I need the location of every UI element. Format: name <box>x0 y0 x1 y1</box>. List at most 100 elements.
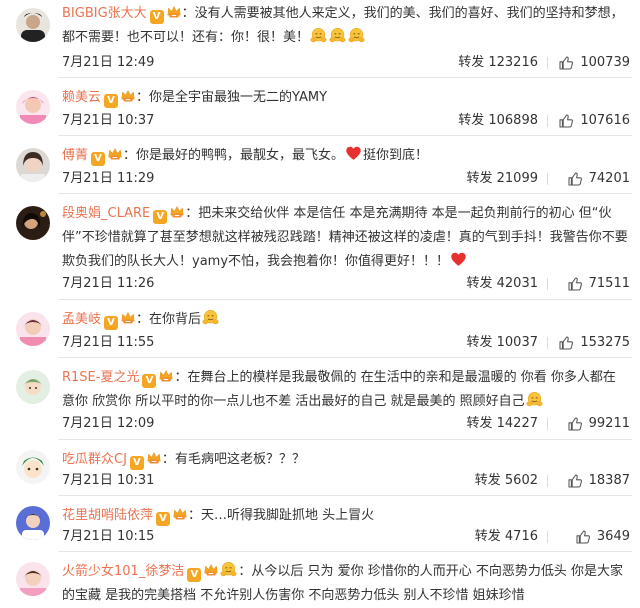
comment-meta: 7月21日 10:31 转发 5602 18387 <box>62 469 630 493</box>
repost-label: 转发 <box>466 171 493 186</box>
avatar[interactable] <box>16 148 50 182</box>
comment-text: 天…听得我脚趾抓地 头上冒火 <box>201 508 375 523</box>
repost-count: 106898 <box>488 113 538 128</box>
thumbs-up-icon <box>558 335 574 351</box>
member-level-badge[interactable] <box>120 89 136 103</box>
comment-item: 花里胡哨陆依萍 V ：天…听得我脚趾抓地 头上冒火 7月21日 10:15 转发 4… <box>0 496 640 552</box>
repost-button[interactable]: 转发 5602 <box>475 469 538 493</box>
comment-text: 有毛病吧这老板？？？ <box>174 452 305 467</box>
repost-label: 转发 <box>474 529 501 544</box>
username-link[interactable]: 花里胡哨陆依萍 <box>62 508 153 523</box>
separator <box>547 475 548 487</box>
verified-badge[interactable]: V <box>153 210 168 224</box>
username-link[interactable]: 赖美云 <box>62 90 101 105</box>
timestamp: 7月21日 12:49 <box>62 55 155 70</box>
username-link[interactable]: 傅菁 <box>62 148 88 163</box>
like-button[interactable]: 107616 <box>558 109 630 133</box>
verified-badge[interactable]: V <box>187 568 202 582</box>
thumbs-up-icon <box>575 529 591 545</box>
like-button[interactable]: 153275 <box>558 331 630 355</box>
like-count: 100739 <box>580 55 630 70</box>
verified-badge[interactable]: V <box>156 512 171 526</box>
username-link[interactable]: 吃瓜群众CJ <box>62 452 127 467</box>
timestamp: 7月21日 10:37 <box>62 113 155 128</box>
avatar[interactable] <box>16 90 50 124</box>
comment-item: 火箭少女101_徐梦洁 V ：从今以后 只为 爱你 珍惜你的人而开心 不向恶势力低头… <box>0 552 640 607</box>
comment-text: 挺你到底！ <box>363 148 429 163</box>
avatar[interactable] <box>16 562 50 596</box>
comment-meta: 7月21日 11:55 转发 10037 153275 <box>62 331 630 355</box>
avatar[interactable] <box>16 206 50 240</box>
repost-count: 5602 <box>504 473 538 488</box>
avatar[interactable] <box>16 506 50 540</box>
comment-text: 在你背后 <box>149 312 202 327</box>
thumbs-up-icon <box>567 416 583 432</box>
separator <box>547 115 548 127</box>
verified-badge[interactable]: V <box>104 94 119 108</box>
avatar[interactable] <box>16 370 50 404</box>
username-link[interactable]: R1SE-夏之光 <box>62 370 139 385</box>
timestamp: 7月21日 10:31 <box>62 473 155 488</box>
avatar[interactable] <box>16 312 50 346</box>
comment-feed: BIGBIG张大大 V ：没有人需要被其他人来定义，我们的美、我们的喜好、我们的坚持… <box>0 0 640 607</box>
member-level-badge[interactable] <box>146 451 162 465</box>
repost-button[interactable]: 转发 14227 <box>466 412 538 436</box>
member-level-badge[interactable] <box>166 5 182 19</box>
repost-label: 转发 <box>458 113 485 128</box>
hug-emoji <box>526 391 543 408</box>
thumbs-up-icon <box>558 113 574 129</box>
heart-emoji <box>450 251 467 268</box>
like-count: 107616 <box>580 113 630 128</box>
thumbs-up-icon <box>567 171 583 187</box>
repost-button[interactable]: 转发 42031 <box>466 272 538 296</box>
verified-badge[interactable]: V <box>149 10 164 24</box>
repost-button[interactable]: 转发 4716 <box>475 525 538 549</box>
member-level-badge[interactable] <box>107 147 123 161</box>
thumbs-up-icon <box>567 276 583 292</box>
separator <box>547 418 548 430</box>
separator <box>547 337 548 349</box>
hug-emoji <box>310 27 327 44</box>
hug-emoji <box>329 27 346 44</box>
comment-text: 你是全宇宙最独一无二的YAMY <box>149 90 328 105</box>
like-button[interactable]: 100739 <box>558 51 630 75</box>
repost-button[interactable]: 转发 123216 <box>458 51 538 75</box>
avatar[interactable] <box>16 450 50 484</box>
timestamp: 7月21日 11:55 <box>62 335 155 350</box>
repost-count: 4716 <box>504 529 538 544</box>
like-count: 153275 <box>580 335 630 350</box>
heart-emoji <box>345 145 362 162</box>
comment-item: 赖美云 V ：你是全宇宙最独一无二的YAMY 7月21日 10:37 转发 1068… <box>0 78 640 136</box>
like-button[interactable]: 74201 <box>567 167 630 191</box>
timestamp: 7月21日 10:15 <box>62 529 155 544</box>
username-link[interactable]: 火箭少女101_徐梦洁 <box>62 564 184 579</box>
repost-label: 转发 <box>458 55 485 70</box>
repost-button[interactable]: 转发 21099 <box>466 167 538 191</box>
repost-count: 14227 <box>496 416 538 431</box>
verified-badge[interactable]: V <box>129 456 144 470</box>
like-count: 99211 <box>588 416 630 431</box>
verified-badge[interactable]: V <box>142 374 157 388</box>
like-button[interactable]: 99211 <box>567 412 630 436</box>
verified-badge[interactable]: V <box>104 316 119 330</box>
member-level-badge[interactable] <box>158 369 174 383</box>
repost-label: 转发 <box>474 473 501 488</box>
comment-meta: 7月21日 11:26 转发 42031 71511 <box>62 272 630 296</box>
repost-button[interactable]: 转发 106898 <box>458 109 538 133</box>
like-count: 74201 <box>588 171 630 186</box>
member-level-badge[interactable] <box>120 311 136 325</box>
verified-badge[interactable]: V <box>91 152 106 166</box>
member-level-badge[interactable] <box>169 205 185 219</box>
avatar[interactable] <box>16 8 50 42</box>
username-link[interactable]: BIGBIG张大大 <box>62 6 147 21</box>
username-link[interactable]: 孟美岐 <box>62 312 101 327</box>
like-button[interactable]: 18387 <box>567 469 630 493</box>
repost-button[interactable]: 转发 10037 <box>466 331 538 355</box>
member-level-badge[interactable] <box>172 507 188 521</box>
separator <box>547 278 548 290</box>
like-button[interactable]: 71511 <box>567 272 630 296</box>
member-level-badge[interactable] <box>203 563 219 577</box>
username-link[interactable]: 段奥娟_CLARE <box>62 206 150 221</box>
hug-emoji <box>220 561 237 578</box>
like-button[interactable]: 3649 <box>575 525 630 549</box>
